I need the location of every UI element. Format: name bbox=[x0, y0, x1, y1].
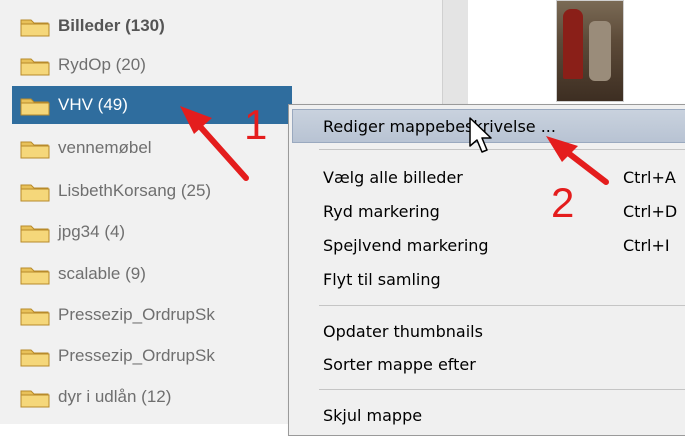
annotation-step-1: 1 bbox=[244, 101, 268, 148]
annotation-arrow-2 bbox=[546, 136, 609, 185]
annotation-step-2: 2 bbox=[551, 179, 575, 226]
annotation-overlay bbox=[180, 106, 609, 185]
mouse-cursor-icon bbox=[469, 117, 492, 153]
annotation-arrow-1 bbox=[180, 106, 249, 181]
